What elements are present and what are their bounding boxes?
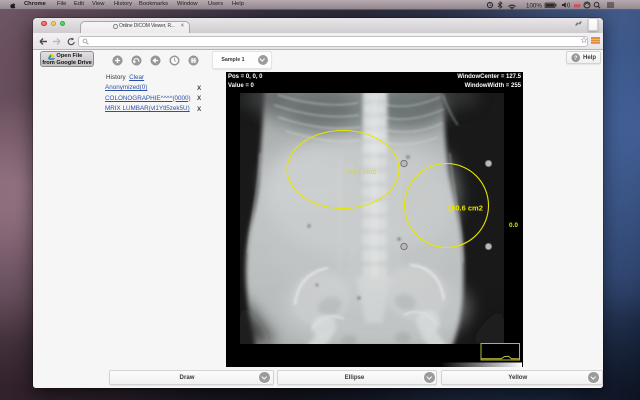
- svg-text:108.1 cm2: 108.1 cm2: [345, 169, 376, 176]
- svg-text:160.6 cm2: 160.6 cm2: [447, 203, 483, 212]
- svg-text:?: ?: [574, 55, 578, 61]
- svg-text:0.0: 0.0: [509, 222, 518, 229]
- svg-text:100%: 100%: [526, 3, 542, 10]
